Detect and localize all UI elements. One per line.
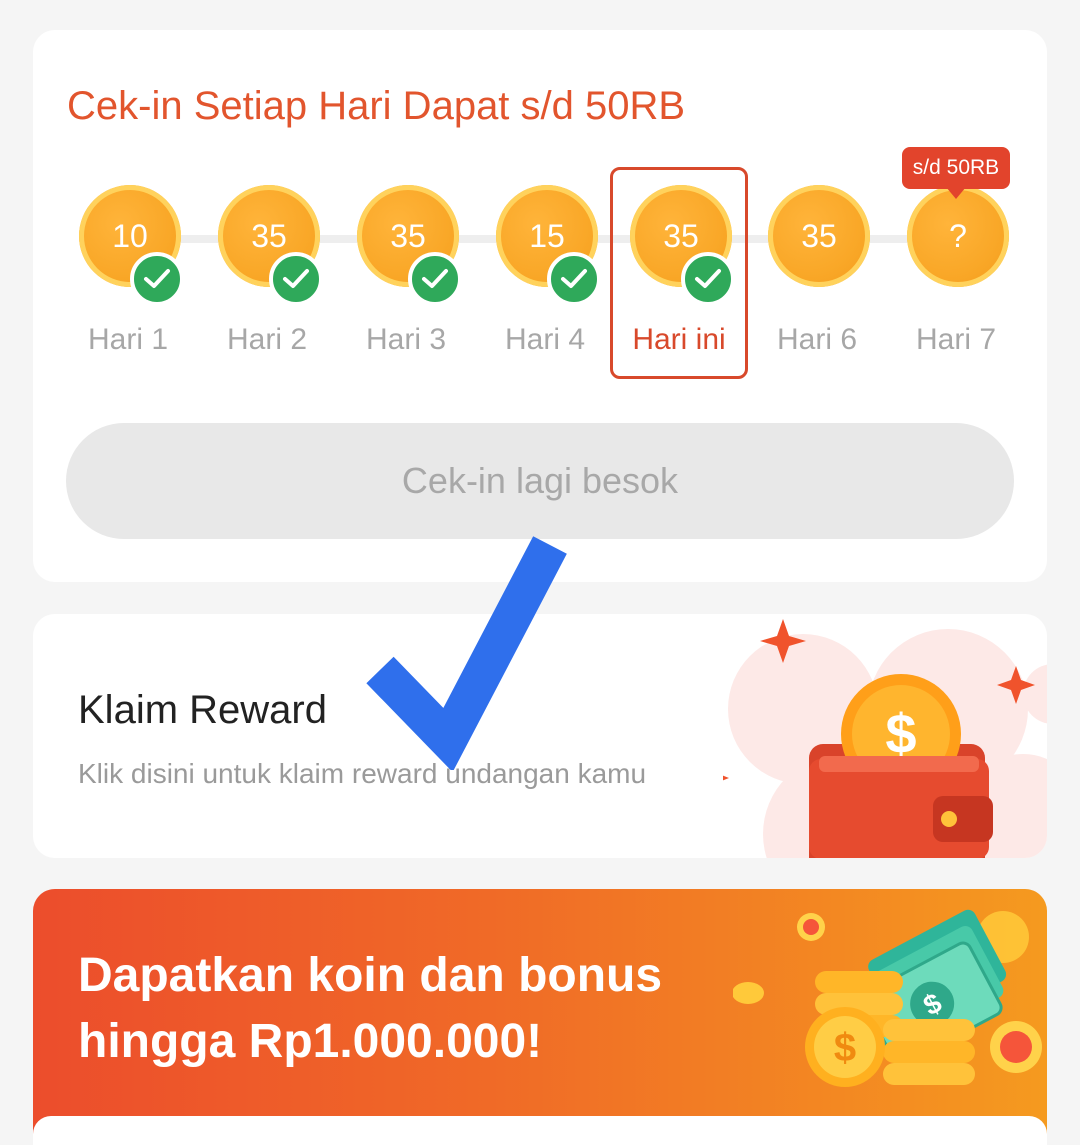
coin-icon: ? xyxy=(907,185,1009,287)
day-label: Hari ini xyxy=(632,323,726,356)
day-label: Hari 2 xyxy=(226,323,308,356)
reward-title: Klaim Reward xyxy=(78,688,327,732)
checkin-title: Cek-in Setiap Hari Dapat s/d 50RB xyxy=(67,84,686,128)
check-icon xyxy=(130,252,184,306)
max-reward-badge: s/d 50RB xyxy=(902,147,1010,199)
checkmark-overlay-icon xyxy=(366,536,567,770)
day-today[interactable]: 35 Hari ini xyxy=(624,185,735,385)
promo-headline: Dapatkan koin dan bonus hingga Rp1.000.0… xyxy=(78,949,663,1068)
day-label: Hari 6 xyxy=(776,323,858,356)
promo-bottom-sheet xyxy=(33,1116,1047,1145)
day-2[interactable]: 35 Hari 2 xyxy=(212,185,323,385)
wallet-coin-icon: $ xyxy=(723,619,1047,858)
check-icon xyxy=(269,252,323,306)
day-7[interactable]: ? Hari 7 xyxy=(901,185,1011,385)
promo-banner[interactable]: Dapatkan koin dan bonus hingga Rp1.000.0… xyxy=(33,889,1047,1145)
check-icon xyxy=(547,252,601,306)
coin-icon: 35 xyxy=(768,185,870,287)
checkin-card: Cek-in Setiap Hari Dapat s/d 50RB 10 Har… xyxy=(33,30,1047,582)
day-label: Hari 1 xyxy=(87,323,169,356)
check-icon xyxy=(408,252,462,306)
day-1[interactable]: 10 Hari 1 xyxy=(73,185,184,385)
day-label: Hari 3 xyxy=(365,323,447,356)
day-6[interactable]: 35 Hari 6 xyxy=(762,185,872,385)
day-label: Hari 7 xyxy=(915,323,997,356)
day-label: Hari 4 xyxy=(504,323,586,356)
day-4[interactable]: 15 Hari 4 xyxy=(490,185,601,385)
svg-text:$: $ xyxy=(885,702,916,765)
day-3[interactable]: 35 Hari 3 xyxy=(351,185,462,385)
svg-text:$: $ xyxy=(834,1026,856,1070)
money-coins-icon: $ $ xyxy=(733,909,1042,1087)
check-icon xyxy=(681,252,735,306)
